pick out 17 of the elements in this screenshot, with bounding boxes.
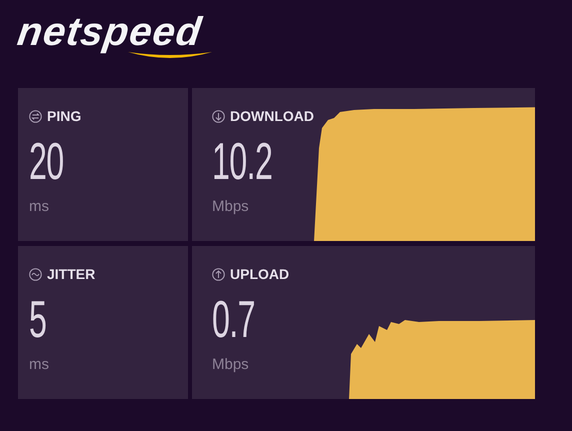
metric-icon — [212, 268, 225, 280]
metric-unit: Mbps — [212, 356, 249, 373]
metric-icon — [29, 110, 42, 122]
metric-label: DOWNLOAD — [230, 108, 314, 124]
metric-unit: Mbps — [212, 198, 249, 215]
metric-icon — [29, 268, 42, 280]
logo-text: netspeed — [14, 9, 205, 56]
metric-icon — [212, 110, 225, 122]
metric-label: JITTER — [47, 266, 96, 282]
metric-label: PING — [47, 108, 82, 124]
metric-value: 20 — [29, 136, 64, 188]
metric-label: UPLOAD — [230, 266, 290, 282]
metric-unit: ms — [29, 198, 49, 215]
metric-value: 5 — [29, 294, 46, 346]
metric-value: 0.7 — [212, 294, 255, 346]
metric-unit: ms — [29, 356, 49, 373]
metric-value: 10.2 — [212, 136, 272, 188]
